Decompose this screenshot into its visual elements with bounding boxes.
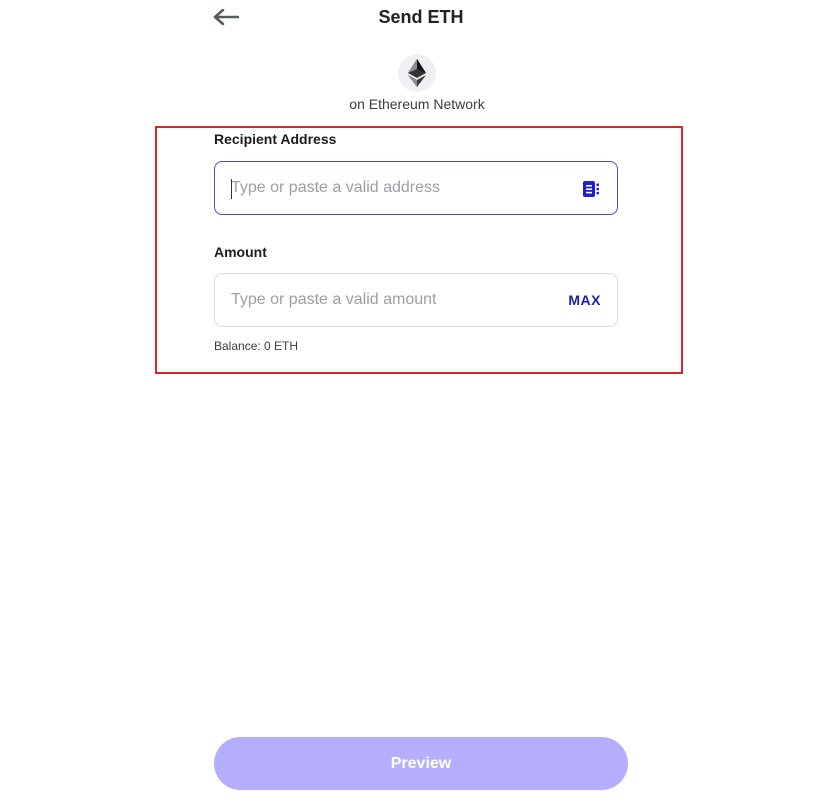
recipient-address-label: Recipient Address	[214, 131, 337, 147]
network-label: on Ethereum Network	[349, 96, 485, 112]
page-title: Send ETH	[378, 7, 464, 27]
amount-label: Amount	[214, 244, 267, 260]
recipient-address-field[interactable]	[214, 161, 618, 215]
amount-field[interactable]: MAX	[214, 273, 618, 327]
balance-text: Balance: 0 ETH	[214, 339, 299, 353]
address-book-icon[interactable]	[581, 179, 601, 199]
max-button[interactable]: MAX	[568, 274, 601, 326]
amount-input[interactable]	[231, 274, 561, 326]
recipient-address-input[interactable]	[231, 162, 561, 214]
ethereum-logo-icon	[398, 54, 436, 92]
text-cursor	[231, 179, 232, 199]
preview-button[interactable]: Preview	[214, 737, 628, 790]
